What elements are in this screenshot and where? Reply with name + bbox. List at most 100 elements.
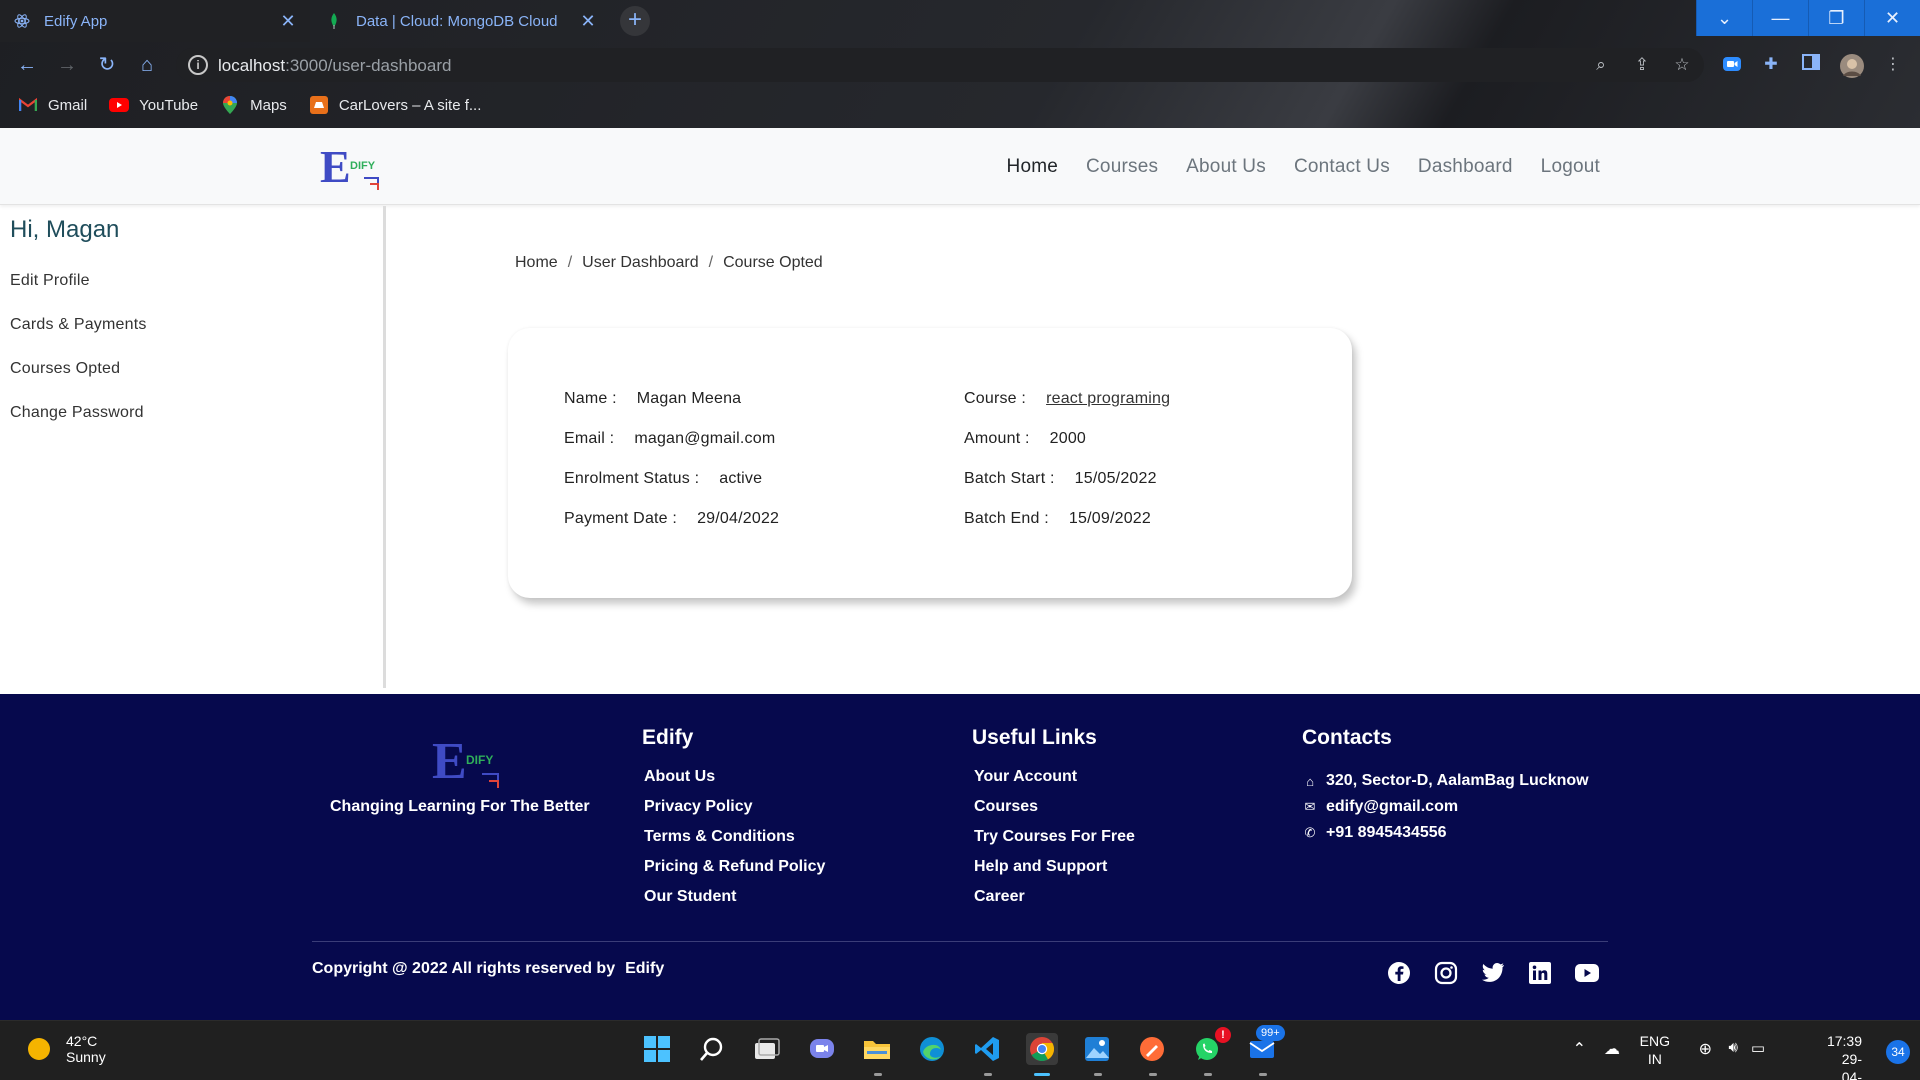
onedrive-cloud-icon[interactable]: ☁	[1604, 1039, 1620, 1059]
footer-link-career[interactable]: Career	[974, 888, 1135, 918]
footer-column-title: Edify	[642, 726, 694, 749]
youtube-icon	[109, 97, 130, 113]
restore-button[interactable]: ❐	[1808, 0, 1864, 36]
sidebar-item-edit-profile[interactable]: Edit Profile	[10, 272, 90, 290]
close-window-button[interactable]: ✕	[1864, 0, 1920, 36]
mongodb-leaf-icon	[326, 13, 342, 29]
footer-link-privacy-policy[interactable]: Privacy Policy	[644, 798, 825, 828]
mail-icon[interactable]: 99+	[1246, 1025, 1285, 1065]
teams-chat-icon[interactable]	[806, 1033, 838, 1065]
contact-phone[interactable]: ✆ +91 8945434556	[1302, 820, 1589, 846]
volume-icon[interactable]: 🔊︎	[1729, 1039, 1738, 1056]
footer-link-help-support[interactable]: Help and Support	[974, 858, 1135, 888]
amount-field: Amount : 2000	[964, 430, 1086, 448]
breadcrumb-home[interactable]: Home	[515, 254, 558, 272]
bookmark-gmail[interactable]: Gmail	[18, 97, 87, 114]
site-footer: E DIFY Changing Learning For The Better …	[0, 694, 1920, 1020]
breadcrumb-user-dashboard[interactable]: User Dashboard	[582, 254, 699, 272]
batch-start-value: 15/05/2022	[1074, 470, 1157, 487]
postman-icon[interactable]	[1136, 1033, 1168, 1065]
vscode-icon[interactable]	[971, 1033, 1003, 1065]
footer-link-our-student[interactable]: Our Student	[644, 888, 825, 918]
nav-courses[interactable]: Courses	[1086, 156, 1158, 178]
whatsapp-alert-badge: !	[1215, 1027, 1231, 1043]
extensions-puzzle-icon[interactable]: ✚	[1760, 54, 1782, 76]
footer-link-your-account[interactable]: Your Account	[974, 768, 1135, 798]
back-arrow-icon[interactable]: ←	[12, 50, 42, 80]
edge-browser-icon[interactable]	[916, 1033, 948, 1065]
batch-end-value: 15/09/2022	[1068, 510, 1151, 527]
site-info-icon[interactable]: i	[188, 55, 208, 75]
whatsapp-icon[interactable]: !	[1191, 1027, 1231, 1065]
bookmark-youtube[interactable]: YouTube	[109, 97, 198, 114]
nav-contact-us[interactable]: Contact Us	[1294, 156, 1390, 178]
tab-edify-app[interactable]: Edify App ✕	[0, 0, 310, 42]
bookmark-maps[interactable]: Maps	[220, 96, 287, 114]
language-indicator[interactable]: ENG IN	[1640, 1032, 1670, 1068]
home-icon[interactable]: ⌂	[132, 50, 162, 80]
footer-link-pricing-refund[interactable]: Pricing & Refund Policy	[644, 858, 825, 888]
start-button[interactable]	[641, 1033, 673, 1065]
greeting-heading: Hi, Magan	[10, 216, 120, 243]
contact-email[interactable]: ✉ edify@gmail.com	[1302, 794, 1589, 820]
nav-links: Home Courses About Us Contact Us Dashboa…	[979, 156, 1600, 178]
side-panel-icon[interactable]	[1800, 54, 1822, 76]
close-tab-icon[interactable]: ✕	[278, 11, 298, 31]
file-explorer-icon[interactable]	[861, 1033, 893, 1065]
linkedin-icon[interactable]	[1527, 960, 1553, 986]
photos-icon[interactable]	[1081, 1033, 1113, 1065]
forward-arrow-icon[interactable]: →	[52, 50, 82, 80]
minimize-button[interactable]: —	[1752, 0, 1808, 36]
twitter-icon[interactable]	[1480, 960, 1506, 986]
edify-logo[interactable]: E DIFY	[320, 141, 384, 197]
bookmarks-bar: Gmail YouTube Maps CarLovers – A site f.…	[0, 90, 485, 120]
course-link[interactable]: react programing	[1046, 390, 1170, 407]
instagram-icon[interactable]	[1433, 960, 1459, 986]
facebook-icon[interactable]	[1386, 960, 1412, 986]
course-field: Course : react programing	[964, 390, 1170, 408]
address-bar[interactable]: i localhost:3000/user-dashboard	[176, 48, 1704, 82]
browser-menu-icon[interactable]: ⋮	[1882, 54, 1904, 76]
task-view-icon[interactable]	[751, 1033, 783, 1065]
bookmark-label: CarLovers – A site f...	[338, 96, 482, 114]
bookmark-star-icon[interactable]: ☆	[1671, 54, 1693, 76]
youtube-icon[interactable]	[1574, 960, 1600, 986]
new-tab-button[interactable]: +	[620, 6, 650, 36]
weather-widget[interactable]: 42°C Sunny	[28, 1033, 106, 1065]
bookmark-label: Gmail	[48, 96, 88, 114]
sidebar-item-change-password[interactable]: Change Password	[10, 404, 144, 422]
nav-logout[interactable]: Logout	[1541, 156, 1600, 178]
tab-mongodb-cloud[interactable]: Data | Cloud: MongoDB Cloud ✕	[312, 0, 610, 42]
footer-edify-logo[interactable]: E DIFY	[432, 733, 504, 795]
chrome-browser-icon[interactable]	[1026, 1033, 1058, 1065]
sun-icon	[28, 1038, 50, 1060]
reload-icon[interactable]: ↻	[92, 50, 122, 80]
tab-search-button[interactable]: ⌄	[1696, 0, 1752, 36]
battery-icon[interactable]: ▭	[1751, 1039, 1765, 1057]
zoom-extension-icon[interactable]	[1721, 54, 1743, 76]
footer-link-courses[interactable]: Courses	[974, 798, 1135, 828]
profile-avatar[interactable]	[1840, 54, 1864, 78]
bookmark-label: YouTube	[139, 96, 199, 114]
search-icon[interactable]	[696, 1033, 728, 1065]
nav-home[interactable]: Home	[1007, 156, 1058, 178]
close-tab-icon[interactable]: ✕	[578, 11, 598, 31]
email-field: Email : magan@gmail.com	[564, 430, 775, 448]
zoom-icon[interactable]: ⌕	[1590, 54, 1612, 76]
bookmark-carlovers[interactable]: CarLovers – A site f...	[309, 96, 482, 114]
nav-dashboard[interactable]: Dashboard	[1418, 156, 1513, 178]
footer-link-try-free[interactable]: Try Courses For Free	[974, 828, 1135, 858]
sidebar-item-courses-opted[interactable]: Courses Opted	[10, 360, 120, 378]
address-text: 320, Sector-D, AalamBag Lucknow	[1326, 772, 1589, 789]
nav-about-us[interactable]: About Us	[1186, 156, 1266, 178]
notification-count-badge[interactable]: 34	[1886, 1040, 1910, 1064]
sidebar-item-cards-payments[interactable]: Cards & Payments	[10, 316, 147, 334]
clock[interactable]: 17:39 29-04-2022	[1827, 1032, 1862, 1080]
footer-link-about-us[interactable]: About Us	[644, 768, 825, 798]
footer-link-terms[interactable]: Terms & Conditions	[644, 828, 825, 858]
network-globe-icon[interactable]: ⊕	[1699, 1039, 1712, 1059]
gmail-icon	[18, 97, 38, 113]
copyright-text: Copyright @ 2022 All rights reserved by E…	[312, 960, 664, 978]
share-icon[interactable]: ⇪	[1631, 54, 1653, 76]
chevron-up-icon[interactable]: ⌃	[1573, 1039, 1586, 1059]
